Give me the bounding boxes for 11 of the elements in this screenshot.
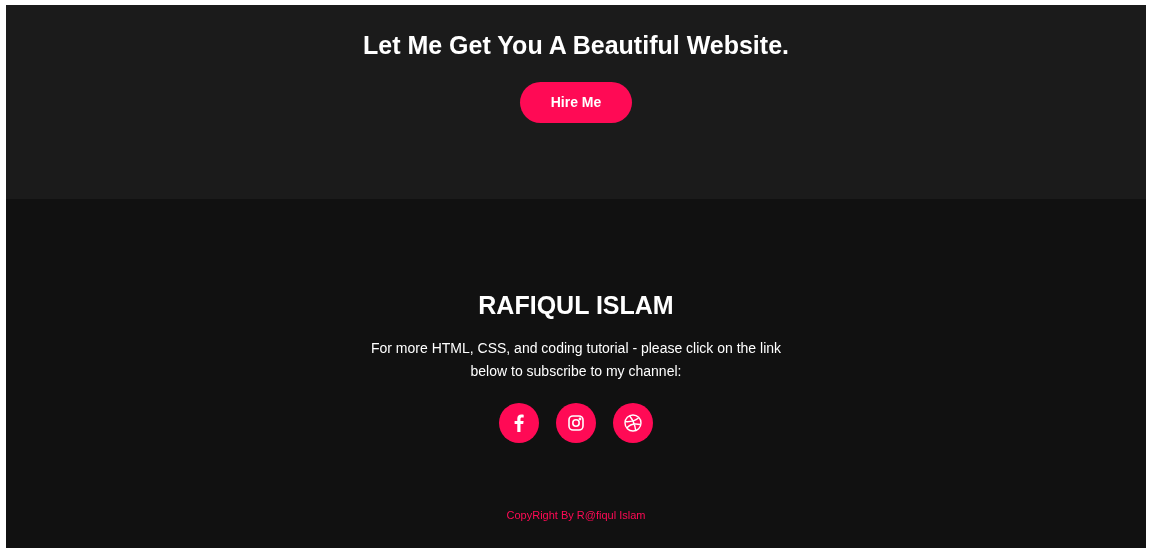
hero-heading: Let Me Get You A Beautiful Website.	[363, 30, 789, 61]
dribbble-icon	[624, 413, 642, 432]
facebook-link[interactable]	[499, 402, 539, 443]
instagram-icon	[568, 414, 584, 431]
dribbble-link[interactable]	[613, 402, 653, 443]
footer-description: For more HTML, CSS, and coding tutorial - please click on the link below to subscribe to my channel:	[369, 338, 783, 381]
copyright-text: CopyRight By R@fiqul Islam	[506, 507, 646, 523]
hire-me-button[interactable]: Hire Me	[520, 81, 632, 123]
facebook-icon	[514, 413, 524, 432]
instagram-link[interactable]	[556, 402, 596, 443]
footer-title: RAFIQUL ISLAM	[478, 290, 674, 321]
